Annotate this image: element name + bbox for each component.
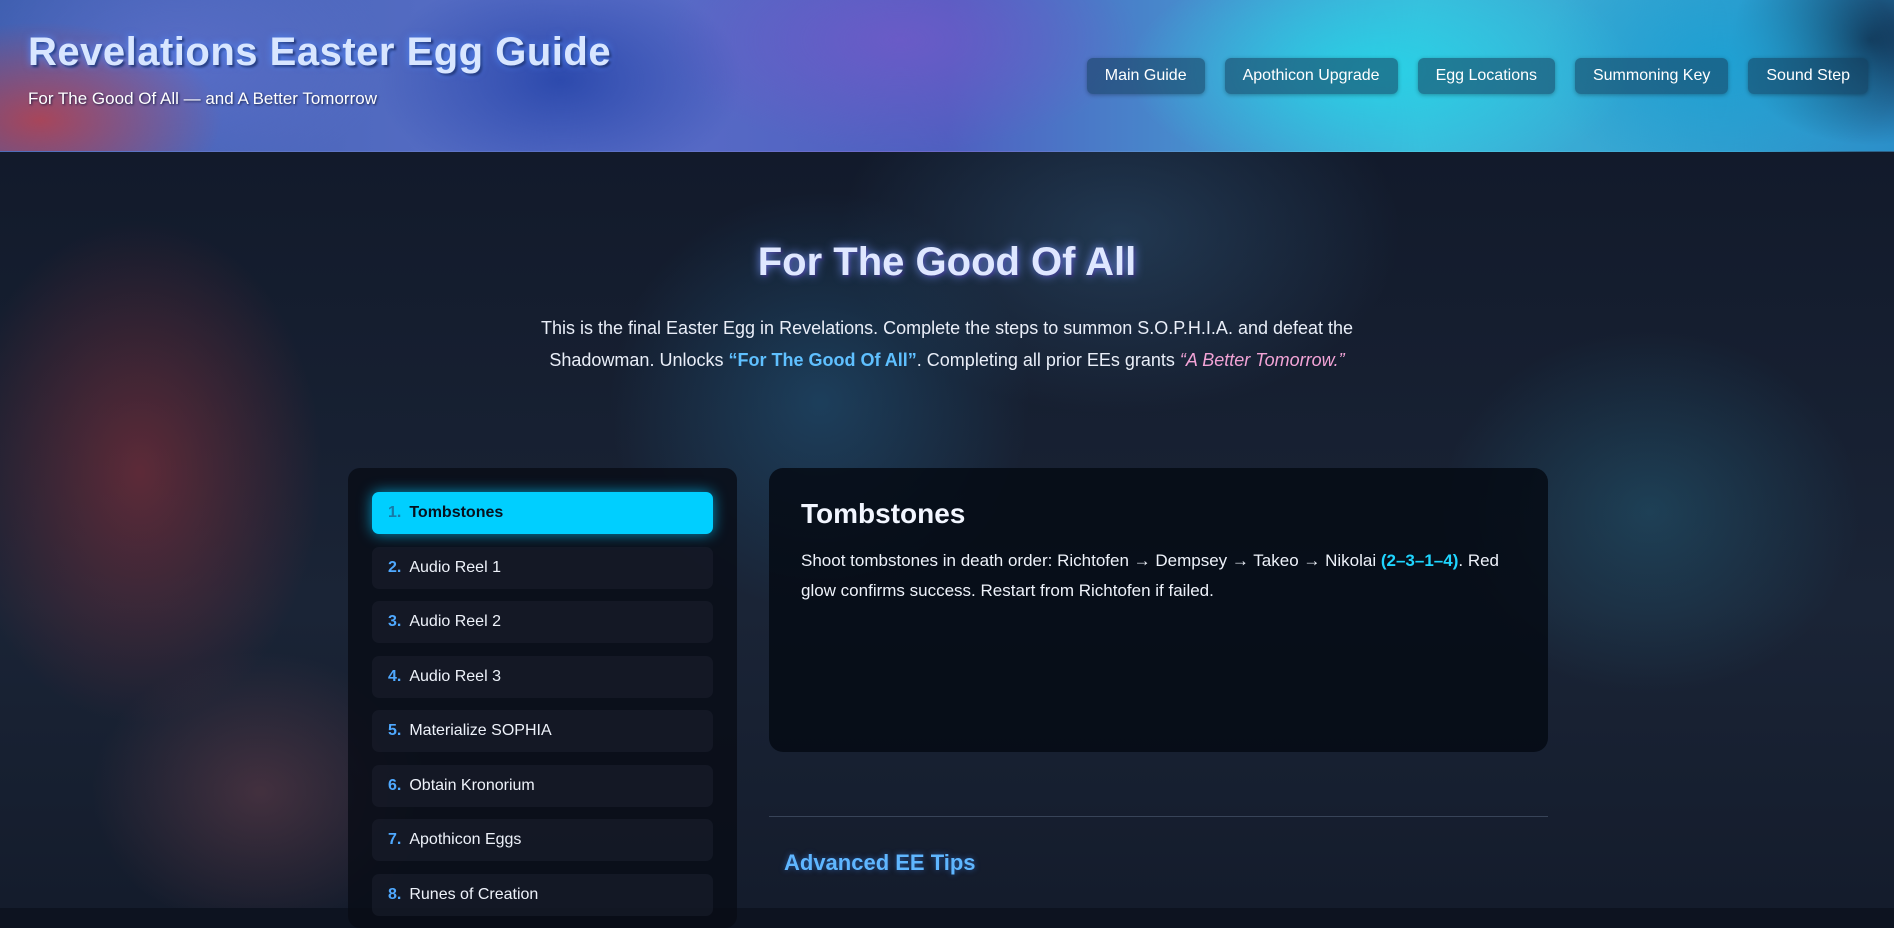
step-label: Audio Reel 1 bbox=[409, 558, 501, 576]
step-item-materialize-sophia[interactable]: 5. Materialize SOPHIA bbox=[372, 710, 713, 752]
nav-egg-locations[interactable]: Egg Locations bbox=[1417, 58, 1555, 94]
step-detail-card: Tombstones Shoot tombstones in death ord… bbox=[769, 468, 1548, 752]
step-number: 4. bbox=[388, 667, 402, 685]
step-label: Apothicon Eggs bbox=[409, 831, 522, 848]
achievement-title-highlight: “For The Good Of All” bbox=[728, 350, 917, 370]
step-number: 2. bbox=[388, 558, 402, 576]
nav-apothicon-upgrade[interactable]: Apothicon Upgrade bbox=[1224, 58, 1398, 94]
step-number: 8. bbox=[388, 885, 402, 903]
step-number: 1. bbox=[388, 504, 402, 521]
step-item-obtain-kronorium[interactable]: 6. Obtain Kronorium bbox=[372, 764, 713, 807]
hero-description: This is the final Easter Egg in Revelati… bbox=[497, 312, 1397, 376]
step-item-runes-of-creation[interactable]: 8. Runes of Creation bbox=[372, 873, 713, 916]
step-item-audio-reel-3[interactable]: 4. Audio Reel 3 bbox=[372, 655, 713, 698]
step-label: Materialize SOPHIA bbox=[409, 722, 552, 739]
advanced-tips-heading: Advanced EE Tips bbox=[784, 850, 976, 875]
step-number: 3. bbox=[388, 613, 402, 630]
step-list: 1. Tombstones 2. Audio Reel 1 3. Audio Reel… bbox=[348, 468, 737, 928]
site-header: Revelations Easter Egg Guide For The Goo… bbox=[0, 0, 1894, 152]
step-item-tombstones[interactable]: 1. Tombstones bbox=[372, 492, 713, 534]
main-content: For The Good Of All This is the final Ea… bbox=[0, 152, 1894, 928]
step-item-audio-reel-1[interactable]: 2. Audio Reel 1 bbox=[372, 546, 713, 589]
step-label: Audio Reel 2 bbox=[409, 613, 501, 630]
step-number: 5. bbox=[388, 722, 402, 739]
step-detail-title: Tombstones bbox=[801, 498, 966, 529]
step-number: 6. bbox=[388, 776, 402, 794]
hero-title: For The Good Of All bbox=[757, 240, 1137, 284]
nav-main-guide[interactable]: Main Guide bbox=[1086, 58, 1205, 94]
step-label: Runes of Creation bbox=[409, 885, 539, 903]
step-item-apothicon-eggs[interactable]: 7. Apothicon Eggs bbox=[372, 819, 713, 861]
step-label: Audio Reel 3 bbox=[409, 667, 501, 685]
site-title: Revelations Easter Egg Guide bbox=[28, 30, 612, 74]
section-divider bbox=[769, 816, 1548, 817]
top-nav: Main Guide Apothicon Upgrade Egg Locatio… bbox=[1086, 58, 1868, 94]
step-detail-text: Shoot tombstones in death order: Richtof… bbox=[801, 546, 1521, 606]
nav-sound-step[interactable]: Sound Step bbox=[1748, 58, 1868, 94]
step-number: 7. bbox=[388, 831, 402, 848]
hero-desc-text-2: . Completing all prior EEs grants bbox=[916, 350, 1180, 370]
site-subtitle: For The Good Of All — and A Better Tomor… bbox=[28, 89, 377, 108]
step-label: Obtain Kronorium bbox=[409, 776, 535, 794]
achievement-award-highlight: “A Better Tomorrow.” bbox=[1179, 350, 1345, 370]
step-item-audio-reel-2[interactable]: 3. Audio Reel 2 bbox=[372, 601, 713, 643]
nav-summoning-key[interactable]: Summoning Key bbox=[1574, 58, 1729, 94]
detail-text-part: Shoot tombstones in death order: Richtof… bbox=[801, 551, 1381, 570]
tombstone-order-code: (2–3–1–4) bbox=[1380, 551, 1459, 570]
step-label: Tombstones bbox=[409, 504, 504, 521]
